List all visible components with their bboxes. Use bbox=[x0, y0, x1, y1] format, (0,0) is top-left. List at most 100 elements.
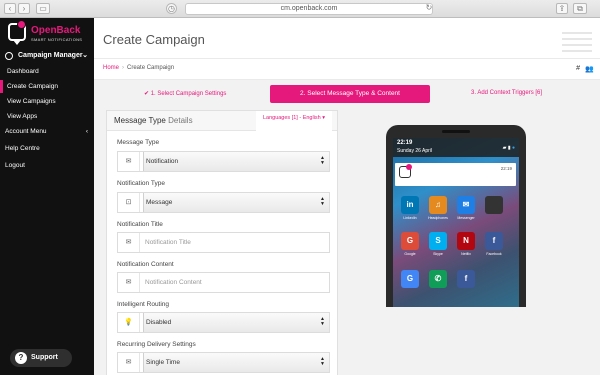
sidebar-item-label: Campaign Manager bbox=[18, 52, 83, 59]
phone-speaker bbox=[442, 130, 470, 133]
sidebar-item-create-campaign[interactable]: Create Campaign bbox=[0, 80, 94, 93]
notification-type-label: Notification Type bbox=[117, 180, 165, 187]
phone-date: Sunday 26 April bbox=[397, 148, 433, 154]
logo-dot-icon bbox=[17, 20, 26, 29]
app-icon-google: G bbox=[401, 232, 419, 250]
breadcrumb-current: Create Campaign bbox=[127, 65, 175, 71]
help-icon: ? bbox=[15, 352, 27, 364]
openback-logo[interactable]: OpenBack SMART NOTIFICATIONS bbox=[8, 20, 88, 49]
step-campaign-settings[interactable]: ✔ 1. Select Campaign Settings bbox=[144, 90, 226, 97]
app-icon-netflix: N bbox=[457, 232, 475, 250]
envelope-icon: ✉ bbox=[118, 353, 140, 372]
app-icon-partial: ✆ bbox=[429, 270, 447, 288]
envelope-icon: ✉ bbox=[118, 152, 140, 171]
app-label: Headphones bbox=[428, 216, 448, 220]
sidebar-item-dashboard[interactable]: Dashboard bbox=[0, 65, 94, 78]
app-label: Google bbox=[404, 252, 416, 256]
intelligent-routing-select[interactable]: 💡 Disabled ▲ ▼ bbox=[117, 312, 330, 333]
phone-preview: 22:19 Sunday 26 April ▰ ▮ ● 22:19 in Link… bbox=[386, 125, 526, 307]
support-label: Support bbox=[31, 354, 58, 361]
notification-type-select[interactable]: ⊡ Message ▲ ▼ bbox=[117, 192, 330, 213]
history-icon[interactable]: ◷ bbox=[166, 3, 177, 14]
share-icon[interactable]: ⇪ bbox=[556, 3, 568, 14]
panel-title: Message Type Details bbox=[114, 116, 193, 125]
users-icon[interactable]: 👥 bbox=[585, 65, 594, 73]
sidebar-item-logout[interactable]: Logout bbox=[0, 159, 94, 173]
sidebar-item-label: Account Menu bbox=[5, 128, 47, 135]
campaign-manager-icon bbox=[5, 52, 13, 60]
phone-screen: 22:19 Sunday 26 April ▰ ▮ ● 22:19 in Link… bbox=[393, 138, 519, 307]
sidebar-item-campaign-manager[interactable]: Campaign Manager ⌄ bbox=[0, 49, 94, 63]
app-icon-partial: f bbox=[457, 270, 475, 288]
sidebar-item-view-campaigns[interactable]: View Campaigns bbox=[0, 95, 94, 108]
message-type-value: Notification bbox=[143, 152, 329, 171]
notification-time: 22:19 bbox=[500, 166, 512, 171]
notification-content-input[interactable]: ✉ Notification Content bbox=[117, 272, 330, 293]
recurring-delivery-value: Single Time bbox=[143, 353, 329, 372]
message-type-panel: Message Type Details Languages [1] - Eng… bbox=[106, 110, 338, 375]
page-title: Create Campaign bbox=[103, 32, 205, 47]
sidebar-item-help-centre[interactable]: Help Centre bbox=[0, 142, 94, 156]
envelope-icon: ✉ bbox=[118, 233, 140, 252]
notification-title-label: Notification Title bbox=[117, 221, 163, 228]
notification-title-input[interactable]: ✉ Notification Title bbox=[117, 232, 330, 253]
intelligent-routing-label: Intelligent Routing bbox=[117, 301, 170, 308]
openback-notification-icon bbox=[399, 164, 412, 178]
sidebar: OpenBack SMART NOTIFICATIONS Campaign Ma… bbox=[0, 18, 94, 375]
message-type-label: Message Type bbox=[117, 139, 160, 146]
checkbox-square-icon: ⊡ bbox=[118, 193, 140, 212]
sidebar-toggle-icon[interactable]: ▭ bbox=[36, 3, 50, 14]
sliders-decoration-icon bbox=[562, 30, 592, 56]
reload-icon[interactable]: ↻ bbox=[423, 3, 435, 14]
select-arrows-icon: ▲ ▼ bbox=[320, 316, 325, 327]
step-message-type-content[interactable]: 2. Select Message Type & Content bbox=[270, 85, 430, 103]
tabs-icon[interactable]: ⧉ bbox=[573, 3, 587, 14]
app-label: Facebook bbox=[486, 252, 502, 256]
app-icon-headphones: ♫ bbox=[429, 196, 447, 214]
notification-title-placeholder: Notification Title bbox=[145, 239, 191, 246]
notification-preview: 22:19 bbox=[395, 163, 516, 186]
wizard-steps: ✔ 1. Select Campaign Settings 2. Select … bbox=[104, 85, 590, 103]
app-icon-partial: G bbox=[401, 270, 419, 288]
notification-content-placeholder: Notification Content bbox=[145, 279, 202, 286]
select-arrows-icon: ▲ ▼ bbox=[320, 155, 325, 166]
panel-title-rest: Details bbox=[165, 116, 193, 125]
browser-chrome: ‹ › ▭ ◷ cm.openback.com ↻ ⇪ ⧉ bbox=[0, 0, 600, 18]
app-label: Messenger bbox=[457, 216, 475, 220]
envelope-icon: ✉ bbox=[118, 273, 140, 292]
forward-icon[interactable]: › bbox=[18, 3, 30, 14]
app-icon-skype: S bbox=[429, 232, 447, 250]
app-icon-facebook: f bbox=[485, 232, 503, 250]
chevron-left-icon: ‹ bbox=[85, 128, 88, 135]
logo-subtitle: SMART NOTIFICATIONS bbox=[31, 37, 83, 42]
app-icon-linkedin: in bbox=[401, 196, 419, 214]
content-area: ✔ 1. Select Campaign Settings 2. Select … bbox=[94, 80, 600, 375]
app-icon-messenger: ✉ bbox=[457, 196, 475, 214]
breadcrumb: Home › Create Campaign bbox=[103, 65, 174, 71]
back-icon[interactable]: ‹ bbox=[4, 3, 16, 14]
app-label: Netflix bbox=[461, 252, 471, 256]
logo-name: OpenBack bbox=[31, 25, 81, 36]
chevron-down-icon: ⌄ bbox=[82, 52, 88, 59]
step-context-triggers[interactable]: 3. Add Context Triggers [6] bbox=[471, 90, 542, 96]
phone-status-bar: 22:19 Sunday 26 April ▰ ▮ ● bbox=[393, 138, 519, 157]
lightbulb-icon: 💡 bbox=[118, 313, 140, 332]
app-label: LinkedIn bbox=[403, 216, 417, 220]
recurring-delivery-select[interactable]: ✉ Single Time ▲ ▼ bbox=[117, 352, 330, 373]
message-type-select[interactable]: ✉ Notification ▲ ▼ bbox=[117, 151, 330, 172]
hash-icon[interactable]: # bbox=[576, 65, 580, 72]
select-arrows-icon: ▲ ▼ bbox=[320, 356, 325, 367]
notification-content-label: Notification Content bbox=[117, 261, 174, 268]
url-bar[interactable]: cm.openback.com bbox=[185, 3, 433, 15]
breadcrumb-home[interactable]: Home bbox=[103, 65, 119, 71]
sidebar-item-account-menu[interactable]: Account Menu ‹ bbox=[0, 125, 94, 139]
languages-dropdown[interactable]: Languages [1] - English ▾ bbox=[256, 111, 332, 131]
select-arrows-icon: ▲ ▼ bbox=[320, 196, 325, 207]
intelligent-routing-value: Disabled bbox=[143, 313, 329, 332]
sidebar-item-view-apps[interactable]: View Apps bbox=[0, 110, 94, 123]
panel-header: Message Type Details Languages [1] - Eng… bbox=[107, 111, 337, 131]
support-button[interactable]: ? Support bbox=[10, 349, 72, 367]
notification-type-value: Message bbox=[143, 193, 329, 212]
breadcrumb-separator: › bbox=[122, 65, 125, 71]
recurring-delivery-label: Recurring Delivery Settings bbox=[117, 341, 196, 348]
